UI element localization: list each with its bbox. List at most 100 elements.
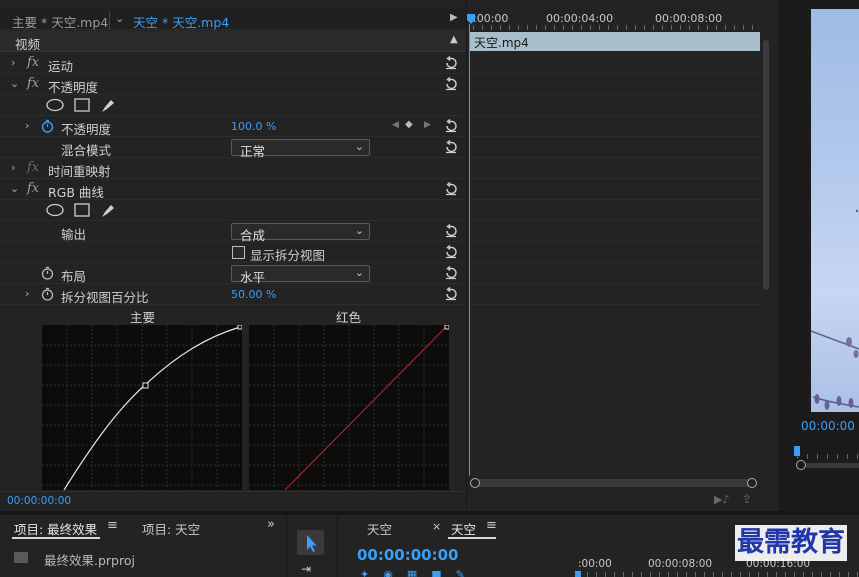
show-split-label: 显示拆分视图 <box>250 248 326 263</box>
reset-icon[interactable] <box>444 224 458 238</box>
effect-label-opacity: 不透明度 <box>48 80 99 95</box>
pen-mask-icon[interactable] <box>100 203 116 218</box>
rectangle-mask-icon[interactable] <box>74 98 90 112</box>
tab-sequence-sky-1[interactable]: 天空 <box>367 519 392 538</box>
effect-label-rgb-curves: RGB 曲线 <box>48 185 104 200</box>
collapse-up-icon[interactable]: ▲ <box>450 34 458 45</box>
selection-tool-button[interactable] <box>297 530 324 555</box>
play-only-icon[interactable]: ▶ <box>450 12 458 23</box>
ruler-time-8s: 00:00:08:00 <box>655 12 723 25</box>
graph-red-label: 红色 <box>336 310 362 325</box>
curve-end-point <box>444 325 449 330</box>
tab-active-clip[interactable]: 天空 * 天空.mp4 <box>133 12 229 31</box>
property-label-output: 输出 <box>61 227 87 242</box>
red-curve-line <box>284 326 447 490</box>
rectangle-mask-icon[interactable] <box>74 203 90 217</box>
export-icon[interactable]: ⇪ <box>742 492 752 506</box>
sequence-ruler-t1: 00:00:08:00 <box>648 558 713 570</box>
red-curve-graph[interactable] <box>249 325 449 490</box>
fx-icon[interactable]: fx <box>27 76 39 91</box>
effect-controls-timecode[interactable]: 00:00:00:00 <box>7 495 71 507</box>
reset-icon[interactable] <box>444 245 458 259</box>
panel-menu-icon[interactable]: ≡ <box>107 518 118 533</box>
opacity-value[interactable]: 100.0 % <box>231 120 276 133</box>
reset-icon[interactable] <box>444 287 458 301</box>
effect-row-time-remap[interactable]: › fx 时间重映射 <box>0 158 466 179</box>
property-row-opacity[interactable]: › 不透明度 100.0 % ◀ ◆ ▶ <box>0 116 466 137</box>
property-row-split-percent[interactable]: › 拆分视图百分比 50.00 % <box>0 284 466 305</box>
split-percent-value[interactable]: 50.00 % <box>231 288 276 301</box>
effect-controls-panel: 主要 * 天空.mp4 ⌄ 天空 * 天空.mp4 ▶ 视频 ▲ › fx 运动… <box>0 0 466 511</box>
panel-vertical-scroll-gutter[interactable] <box>760 0 778 511</box>
output-select[interactable]: 合成 ⌄ <box>231 223 370 243</box>
tab-master-clip[interactable]: 主要 * 天空.mp4 <box>12 12 108 31</box>
curve-end-point <box>237 325 242 330</box>
chevron-right-icon[interactable]: › <box>25 119 29 132</box>
clip-name: 天空.mp4 <box>474 36 529 50</box>
scroll-handle-left[interactable] <box>470 478 480 488</box>
branch-image <box>811 209 859 410</box>
clip-bar[interactable]: 天空.mp4 <box>470 32 761 51</box>
scroll-handle-right[interactable] <box>747 478 757 488</box>
fx-icon[interactable]: fx <box>27 181 39 196</box>
chevron-down-icon[interactable]: ⌄ <box>10 182 19 195</box>
fx-icon[interactable]: fx <box>27 160 39 175</box>
property-row-blend-mode: 混合模式 正常 ⌄ <box>0 137 466 159</box>
sequence-timecode[interactable]: 00:00:00:00 <box>357 546 459 564</box>
chevron-right-icon[interactable]: › <box>11 161 15 174</box>
chevron-down-icon[interactable]: ⌄ <box>115 12 124 25</box>
project-file-name[interactable]: 最终效果.prproj <box>44 550 135 569</box>
program-scroll-track <box>806 463 859 468</box>
panel-overflow-icon[interactable]: » <box>267 517 275 532</box>
tab-project-sky[interactable]: 项目: 天空 <box>142 519 200 538</box>
program-video-frame[interactable] <box>811 9 859 412</box>
scroll-thumb[interactable] <box>763 40 769 290</box>
timeline-horizontal-scrollbar[interactable] <box>476 479 754 487</box>
show-split-checkbox[interactable] <box>232 246 245 259</box>
mask-tools-row <box>0 95 466 116</box>
reset-icon[interactable] <box>444 182 458 196</box>
effect-row-rgb-curves[interactable]: ⌄ fx RGB 曲线 <box>0 179 466 200</box>
property-label-split-percent: 拆分视图百分比 <box>61 290 149 305</box>
reset-icon[interactable] <box>444 56 458 70</box>
blend-mode-select[interactable]: 正常 ⌄ <box>231 139 370 159</box>
stopwatch-icon[interactable] <box>41 287 54 301</box>
ellipse-mask-icon[interactable] <box>46 98 64 112</box>
sequence-playhead[interactable] <box>575 571 581 577</box>
fx-icon[interactable]: fx <box>27 55 39 70</box>
tab-sequence-sky-2[interactable]: 天空 <box>451 519 476 538</box>
program-timecode[interactable]: 00:00:00 <box>801 419 855 433</box>
next-keyframe-icon[interactable]: ▶ <box>424 120 431 130</box>
layout-select[interactable]: 水平 ⌄ <box>231 265 370 285</box>
stopwatch-icon[interactable] <box>41 266 54 280</box>
effect-row-opacity[interactable]: ⌄ fx 不透明度 <box>0 74 466 95</box>
tab-project-final[interactable]: 项目: 最终效果 <box>14 519 97 538</box>
reset-icon[interactable] <box>444 119 458 133</box>
close-icon[interactable]: × <box>432 520 441 533</box>
chevron-down-icon: ⌄ <box>354 140 364 153</box>
prev-keyframe-icon[interactable]: ◀ <box>392 120 399 130</box>
panel-menu-icon[interactable]: ≡ <box>486 518 497 533</box>
effect-label-time-remap: 时间重映射 <box>48 164 111 179</box>
master-curve-graph[interactable] <box>42 325 242 490</box>
property-label-layout: 布局 <box>61 269 87 284</box>
track-select-tool-icon[interactable]: ⇥ <box>301 562 311 576</box>
program-scroll-handle[interactable] <box>796 460 806 470</box>
reset-icon[interactable] <box>444 266 458 280</box>
chevron-down-icon: ⌄ <box>354 224 364 237</box>
play-audio-icon[interactable]: ▶♪ <box>714 493 729 506</box>
stopwatch-active-icon[interactable] <box>41 119 54 133</box>
reset-icon[interactable] <box>444 77 458 91</box>
chevron-right-icon[interactable]: › <box>25 287 29 300</box>
mask-tools-row <box>0 200 466 221</box>
effect-row-motion[interactable]: › fx 运动 <box>0 53 466 74</box>
program-playhead-icon[interactable] <box>794 446 800 456</box>
project-file-icon <box>14 552 28 563</box>
chevron-down-icon[interactable]: ⌄ <box>10 77 19 90</box>
add-keyframe-icon[interactable]: ◆ <box>405 119 413 130</box>
arrow-cursor-icon <box>307 535 317 552</box>
reset-icon[interactable] <box>444 140 458 154</box>
pen-mask-icon[interactable] <box>100 98 116 113</box>
chevron-right-icon[interactable]: › <box>11 56 15 69</box>
ellipse-mask-icon[interactable] <box>46 203 64 217</box>
